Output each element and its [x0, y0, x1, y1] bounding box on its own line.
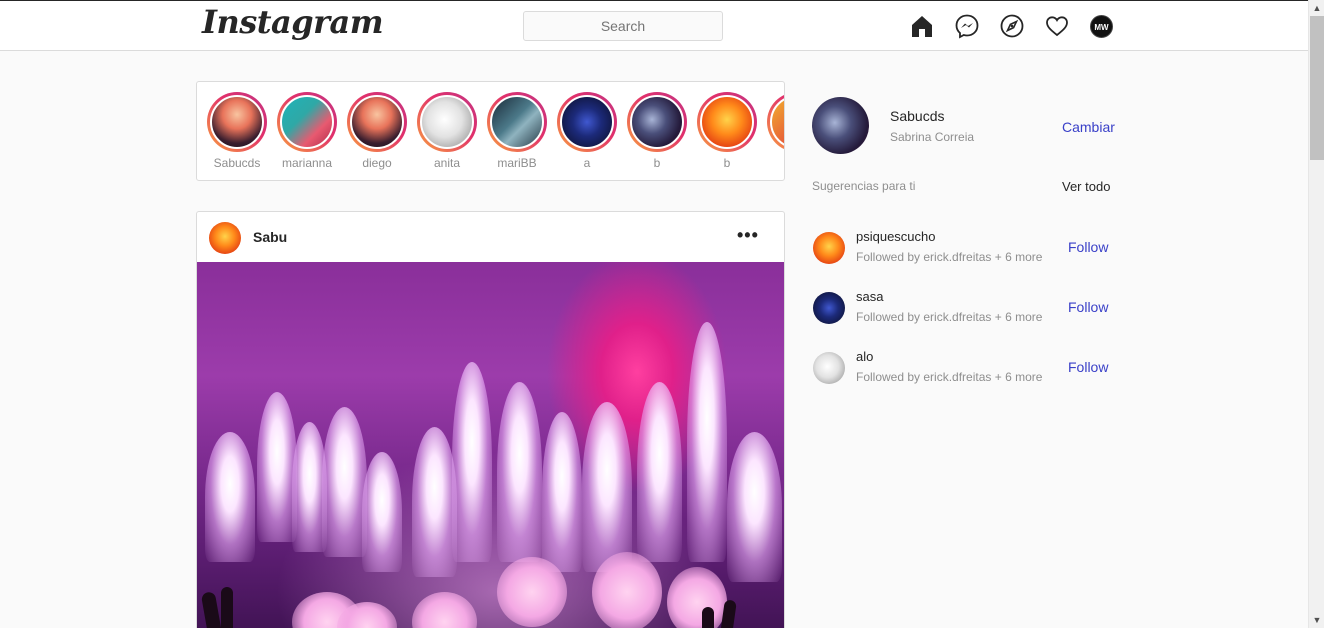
spark	[727, 432, 782, 582]
story-ring	[207, 92, 267, 152]
see-all-link[interactable]: Ver todo	[1062, 179, 1110, 194]
story-username: b	[653, 156, 661, 170]
story-username: anita	[433, 156, 461, 170]
story-avatar	[210, 95, 264, 149]
spark	[542, 412, 582, 572]
spark	[582, 402, 632, 572]
story-ring	[487, 92, 547, 152]
story-item[interactable]: a	[555, 92, 619, 170]
spark	[362, 452, 402, 572]
spark	[412, 427, 457, 577]
story-ring	[557, 92, 617, 152]
crowd-hand	[702, 607, 714, 628]
feed-post: Sabu •••	[196, 211, 785, 628]
story-item-partial[interactable]	[765, 92, 784, 152]
suggestion-username[interactable]: psiquescucho	[856, 229, 936, 244]
suggestion-username[interactable]: alo	[856, 349, 873, 364]
story-ring	[417, 92, 477, 152]
story-ring	[697, 92, 757, 152]
story-item[interactable]: Sabucds	[205, 92, 269, 170]
profile-avatar-icon[interactable]: MW	[1090, 15, 1113, 38]
current-user-username[interactable]: Sabucds	[890, 108, 944, 124]
spark	[687, 322, 727, 562]
story-avatar	[770, 95, 784, 149]
story-ring	[767, 92, 784, 152]
story-avatar	[350, 95, 404, 149]
follow-button[interactable]: Follow	[1068, 239, 1108, 255]
suggestions-title: Sugerencias para ti	[812, 179, 916, 193]
spark	[452, 362, 492, 562]
story-username: mariBB	[497, 156, 537, 170]
story-username: b	[723, 156, 731, 170]
post-author-avatar[interactable]	[209, 222, 241, 254]
suggestion-avatar[interactable]	[813, 292, 845, 324]
current-user-fullname: Sabrina Correia	[890, 130, 975, 144]
story-username: marianna	[281, 156, 333, 170]
suggestion-username[interactable]: sasa	[856, 289, 883, 304]
explore-compass-icon[interactable]	[999, 13, 1025, 39]
search-input[interactable]	[523, 11, 723, 41]
top-nav-bar: Instagram MW	[0, 0, 1308, 51]
suggestion-item: sasa Followed by erick.dfreitas + 6 more…	[812, 289, 1112, 329]
story-item[interactable]: marianna	[275, 92, 339, 170]
follow-button[interactable]: Follow	[1068, 299, 1108, 315]
story-avatar	[280, 95, 334, 149]
suggestion-avatar[interactable]	[813, 232, 845, 264]
spark	[497, 382, 542, 562]
story-item[interactable]: diego	[345, 92, 409, 170]
spark	[205, 432, 255, 562]
stories-tray: Sabucds marianna diego anita mariBB a b …	[196, 81, 785, 181]
scroll-down-arrow-icon[interactable]: ▼	[1309, 612, 1324, 628]
heart-icon[interactable]	[1044, 13, 1070, 39]
suggestion-subtitle: Followed by erick.dfreitas + 6 more	[856, 250, 1043, 264]
story-item[interactable]: mariBB	[485, 92, 549, 170]
story-avatar	[560, 95, 614, 149]
story-ring	[277, 92, 337, 152]
story-username: Sabucds	[213, 156, 261, 170]
smoke-cloud	[497, 557, 567, 627]
smoke-cloud	[667, 567, 727, 628]
follow-button[interactable]: Follow	[1068, 359, 1108, 375]
suggestion-item: psiquescucho Followed by erick.dfreitas …	[812, 229, 1112, 269]
story-item[interactable]: b	[625, 92, 689, 170]
post-image[interactable]	[197, 262, 784, 628]
story-username: diego	[362, 156, 392, 170]
story-username: a	[583, 156, 591, 170]
switch-account-button[interactable]: Cambiar	[1062, 119, 1115, 135]
smoke-cloud	[592, 552, 662, 628]
current-user-avatar[interactable]	[812, 97, 869, 154]
home-icon[interactable]	[909, 13, 935, 39]
story-avatar	[700, 95, 754, 149]
smoke-cloud	[412, 592, 477, 628]
story-ring	[627, 92, 687, 152]
suggestion-avatar[interactable]	[813, 352, 845, 384]
scroll-up-arrow-icon[interactable]: ▲	[1309, 0, 1324, 16]
crowd-hand	[221, 587, 233, 628]
instagram-logo[interactable]: Instagram	[202, 3, 384, 41]
story-item[interactable]: b	[695, 92, 759, 170]
spark	[322, 407, 367, 557]
story-ring	[347, 92, 407, 152]
story-avatar	[420, 95, 474, 149]
suggestion-item: alo Followed by erick.dfreitas + 6 more …	[812, 349, 1112, 389]
post-author-username[interactable]: Sabu	[253, 229, 287, 245]
suggestion-subtitle: Followed by erick.dfreitas + 6 more	[856, 310, 1043, 324]
scrollbar-thumb[interactable]	[1310, 16, 1324, 160]
suggestion-subtitle: Followed by erick.dfreitas + 6 more	[856, 370, 1043, 384]
spark	[257, 392, 297, 542]
story-avatar	[490, 95, 544, 149]
story-item[interactable]: anita	[415, 92, 479, 170]
more-options-icon[interactable]: •••	[737, 226, 759, 244]
spark	[637, 382, 682, 562]
story-avatar	[630, 95, 684, 149]
messenger-icon[interactable]	[954, 13, 980, 39]
crowd-hand	[200, 591, 224, 628]
page-scrollbar[interactable]: ▲ ▼	[1308, 0, 1324, 628]
